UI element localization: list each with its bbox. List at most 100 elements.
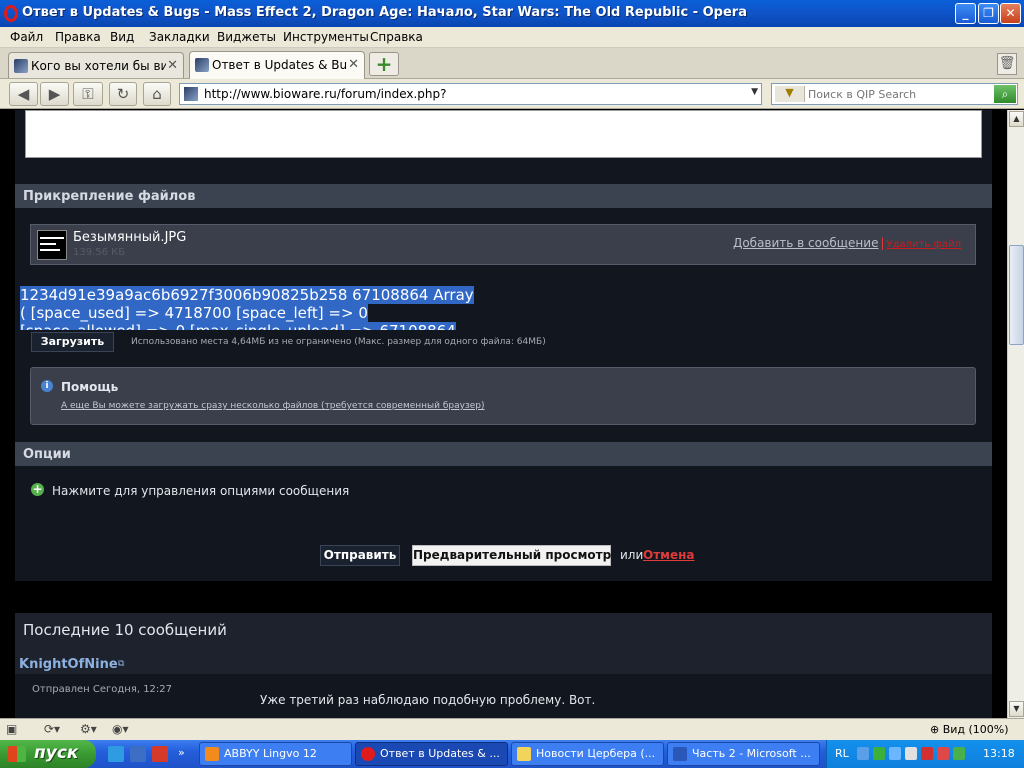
windows-flag-icon <box>8 746 26 762</box>
tray-icon[interactable] <box>873 747 885 760</box>
menu-bar: Файл Правка Вид Закладки Виджеты Инструм… <box>0 27 1024 48</box>
debug-line: [space_allowed] => 0 [max_single_upload]… <box>20 322 456 330</box>
new-tab-button[interactable]: + <box>369 52 399 76</box>
sync-icon[interactable]: ⟳▾ <box>44 722 60 738</box>
language-indicator[interactable]: RL <box>835 747 849 760</box>
menu-edit[interactable]: Правка <box>55 30 101 44</box>
menu-bookmarks[interactable]: Закладки <box>149 30 210 44</box>
zoom-level: Вид (100%) <box>942 723 1009 736</box>
restore-button[interactable]: ❐ <box>978 3 999 24</box>
plus-icon[interactable]: + <box>31 483 44 496</box>
status-bar: ▣ ⟳▾ ⚙▾ ◉▾ ⊕ Вид (100%) <box>0 718 1024 740</box>
abbyy-icon <box>205 747 219 761</box>
tray-icon[interactable] <box>953 747 965 760</box>
task-opera[interactable]: Ответ в Updates & ... <box>355 742 508 766</box>
task-label: Часть 2 - Microsoft ... <box>692 747 811 760</box>
quicklaunch-icon[interactable] <box>108 746 124 762</box>
post-author-link[interactable]: KnightOfNine <box>19 657 118 672</box>
folder-icon <box>517 747 531 761</box>
scroll-up-icon[interactable]: ▲ <box>1009 111 1024 127</box>
attachment-thumbnail <box>37 230 67 260</box>
chevron-down-icon[interactable]: ▼ <box>751 87 758 97</box>
search-engine-icon[interactable]: ▼ <box>775 86 805 102</box>
back-icon[interactable]: ◀ <box>9 82 38 106</box>
menu-help[interactable]: Справка <box>370 30 423 44</box>
task-label: ABBYY Lingvo 12 <box>224 747 317 760</box>
home-icon[interactable]: ⌂ <box>143 82 171 106</box>
tab-label: Ответ в Updates & Bug... <box>212 58 347 72</box>
speed-dial-icon[interactable]: ◉▾ <box>112 722 129 738</box>
vertical-scrollbar[interactable]: ▲ ▼ <box>1007 110 1024 718</box>
search-input[interactable] <box>808 86 992 102</box>
send-button[interactable]: Отправить <box>320 545 400 566</box>
tray-icon[interactable] <box>905 747 917 760</box>
tray-icon[interactable] <box>889 747 901 760</box>
forward-icon[interactable]: ▶ <box>40 82 69 106</box>
tab-label: Кого вы хотели бы вид... <box>31 59 166 73</box>
usage-text: Использовано места 4,64МБ из не ограниче… <box>131 337 546 347</box>
menu-file[interactable]: Файл <box>10 30 43 44</box>
add-to-post-link[interactable]: Добавить в сообщение <box>733 236 879 250</box>
tray-icon[interactable] <box>857 747 869 760</box>
external-link-icon[interactable]: ⧉ <box>118 659 124 669</box>
site-favicon-icon <box>184 87 198 101</box>
task-label: Новости Цербера (... <box>536 747 656 760</box>
debug-output: 1234d91e39a9ac6b6927f3006b90825b258 6710… <box>20 286 620 330</box>
menu-widgets[interactable]: Виджеты <box>217 30 276 44</box>
opera-icon <box>4 5 18 22</box>
menu-tools[interactable]: Инструменты <box>283 30 369 44</box>
tab-inactive[interactable]: Кого вы хотели бы вид... ✕ <box>8 52 184 78</box>
trash-icon[interactable]: 🗑 <box>997 53 1017 75</box>
attachment-file-name: Безымянный.JPG <box>73 230 187 245</box>
tab-close-icon[interactable]: ✕ <box>167 58 178 73</box>
attachment-item: Безымянный.JPG 139.56 КБ Добавить в сооб… <box>30 224 976 265</box>
reload-icon[interactable]: ↻ <box>109 82 137 106</box>
task-folder[interactable]: Новости Цербера (... <box>511 742 664 766</box>
close-button[interactable]: ✕ <box>1000 3 1021 24</box>
start-button[interactable]: пуск <box>0 740 96 768</box>
start-label: пуск <box>34 743 79 763</box>
delete-file-link[interactable]: Удалить файл <box>887 239 962 250</box>
task-abbyy[interactable]: ABBYY Lingvo 12 <box>199 742 352 766</box>
preview-button[interactable]: Предварительный просмотр <box>412 545 611 566</box>
help-box: i Помощь А еще Вы можете загружать сразу… <box>30 367 976 425</box>
key-icon[interactable]: ⚿ <box>73 82 103 106</box>
scroll-down-icon[interactable]: ▼ <box>1009 701 1024 717</box>
help-link[interactable]: А еще Вы можете загружать сразу нескольк… <box>61 401 485 411</box>
zoom-indicator[interactable]: ⊕ Вид (100%) <box>930 723 1009 736</box>
quicklaunch-more-icon[interactable]: » <box>178 746 194 762</box>
zoom-icon: ⊕ <box>930 723 943 736</box>
message-editor[interactable] <box>25 110 982 158</box>
debug-line: ( [space_used] => 4718700 [space_left] =… <box>20 304 368 322</box>
upload-button[interactable]: Загрузить <box>31 332 114 352</box>
site-favicon-icon <box>14 59 28 73</box>
tray-icon[interactable] <box>937 747 949 760</box>
address-url: http://www.bioware.ru/forum/index.php? <box>204 87 447 101</box>
tab-close-icon[interactable]: ✕ <box>348 57 359 72</box>
page-viewport: Прикрепление файлов Безымянный.JPG 139.5… <box>0 110 1007 718</box>
cancel-link[interactable]: Отмена <box>643 548 695 562</box>
task-label: Ответ в Updates & ... <box>380 747 500 760</box>
scrollbar-thumb[interactable] <box>1009 245 1024 345</box>
search-go-icon[interactable]: ⌕ <box>994 85 1016 103</box>
task-word[interactable]: Часть 2 - Microsoft ... <box>667 742 820 766</box>
attachment-file-size: 139.56 КБ <box>73 247 126 258</box>
minimize-button[interactable]: _ <box>955 3 976 24</box>
tab-active[interactable]: Ответ в Updates & Bug... ✕ <box>189 51 365 79</box>
last-posts-header: Последние 10 сообщений <box>23 621 227 639</box>
separator: | <box>880 236 885 250</box>
system-tray: RL 13:18 <box>826 740 1024 768</box>
address-bar[interactable]: http://www.bioware.ru/forum/index.php? ▼ <box>179 83 762 105</box>
options-toggle-label[interactable]: Нажмите для управления опциями сообщения <box>52 484 349 498</box>
tray-icon[interactable] <box>921 747 933 760</box>
attachment-actions: Добавить в сообщение | Удалить файл <box>733 236 961 250</box>
menu-view[interactable]: Вид <box>110 30 134 44</box>
panel-toggle-icon[interactable]: ▣ <box>6 722 17 738</box>
debug-line: 1234d91e39a9ac6b6927f3006b90825b258 6710… <box>20 286 474 304</box>
quicklaunch-icon[interactable] <box>152 746 168 762</box>
post-date: Отправлен Сегодня, 12:27 <box>32 684 173 695</box>
search-box: ▼ ⌕ <box>771 83 1018 105</box>
share-icon[interactable]: ⚙▾ <box>80 722 97 738</box>
quicklaunch-icon[interactable] <box>130 746 146 762</box>
window-title: Ответ в Updates & Bugs - Mass Effect 2, … <box>22 5 747 20</box>
